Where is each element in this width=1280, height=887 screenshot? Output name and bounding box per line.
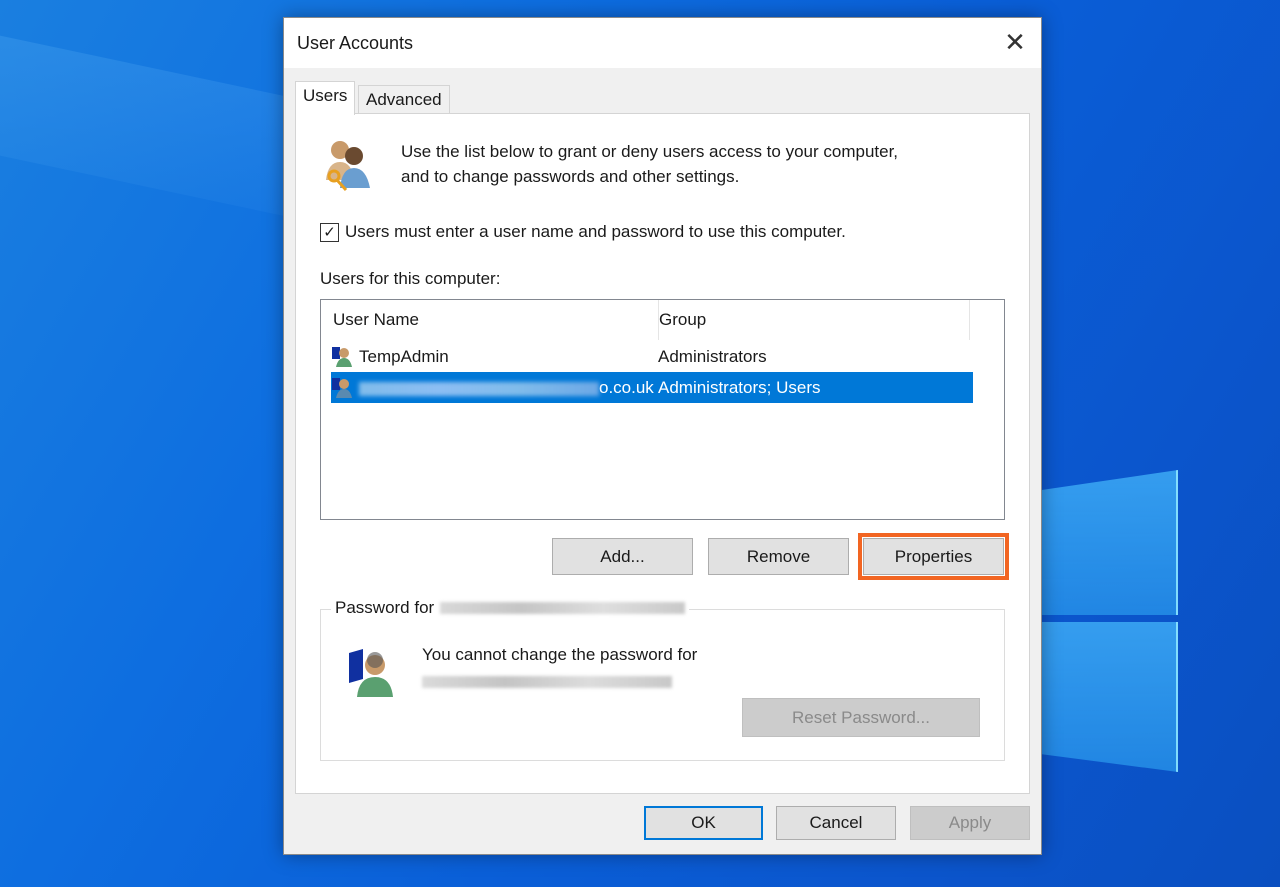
table-row[interactable]: TempAdmin Administrators	[331, 341, 973, 372]
column-header-user-name[interactable]: User Name	[321, 300, 659, 340]
users-list[interactable]: User Name Group TempAdmin Administrators…	[320, 299, 1005, 520]
intro-line-2: and to change passwords and other settin…	[401, 167, 740, 186]
redacted-username	[440, 602, 686, 614]
require-login-checkbox[interactable]: ✓	[320, 222, 339, 242]
add-button[interactable]: Add...	[552, 538, 693, 575]
password-group: Password for You cannot change the passw…	[320, 598, 1005, 761]
user-name-visible-suffix: o.co.uk	[599, 378, 654, 397]
user-icon	[332, 347, 352, 367]
intro-line-1: Use the list below to grant or deny user…	[401, 142, 899, 161]
title-bar: User Accounts ✕	[284, 18, 1041, 68]
apply-button[interactable]: Apply	[910, 806, 1030, 840]
password-message-line: You cannot change the password for	[422, 645, 698, 664]
window-title: User Accounts	[297, 33, 414, 53]
redacted-username	[422, 675, 672, 688]
column-header-group[interactable]: Group	[659, 300, 970, 340]
require-login-row: ✓ Users must enter a user name and passw…	[320, 222, 846, 242]
users-keys-icon	[326, 141, 370, 192]
group-cell: Administrators; Users	[658, 378, 821, 397]
close-icon[interactable]: ✕	[995, 22, 1035, 62]
user-accounts-dialog: User Accounts ✕ Users Advanced Use the l…	[283, 17, 1042, 855]
password-message: You cannot change the password for	[422, 642, 697, 694]
tab-users[interactable]: Users	[295, 81, 356, 115]
properties-button[interactable]: Properties	[858, 533, 1009, 580]
cancel-button[interactable]: Cancel	[776, 806, 896, 840]
user-name-cell: TempAdmin	[359, 347, 449, 366]
redacted-username	[359, 381, 599, 396]
intro-text: Use the list below to grant or deny user…	[401, 139, 1001, 189]
reset-password-button[interactable]: Reset Password...	[742, 698, 980, 737]
users-list-label: Users for this computer:	[320, 269, 501, 288]
group-cell: Administrators	[658, 347, 767, 366]
ok-button[interactable]: OK	[644, 806, 763, 840]
column-header-group-label: Group	[659, 310, 707, 329]
users-tab-panel: Use the list below to grant or deny user…	[295, 113, 1030, 794]
remove-button[interactable]: Remove	[708, 538, 849, 575]
windows-logo	[1040, 460, 1180, 780]
user-icon	[332, 378, 352, 398]
password-group-label: Password for	[331, 598, 690, 618]
tab-advanced[interactable]: Advanced	[358, 85, 450, 114]
user-name-cell: o.co.uk	[359, 372, 654, 403]
require-login-label[interactable]: Users must enter a user name and passwor…	[345, 222, 846, 242]
table-row-selected[interactable]: o.co.uk Administrators; Users	[331, 372, 973, 403]
user-password-icon	[349, 649, 393, 697]
password-for-label: Password for	[335, 598, 435, 617]
